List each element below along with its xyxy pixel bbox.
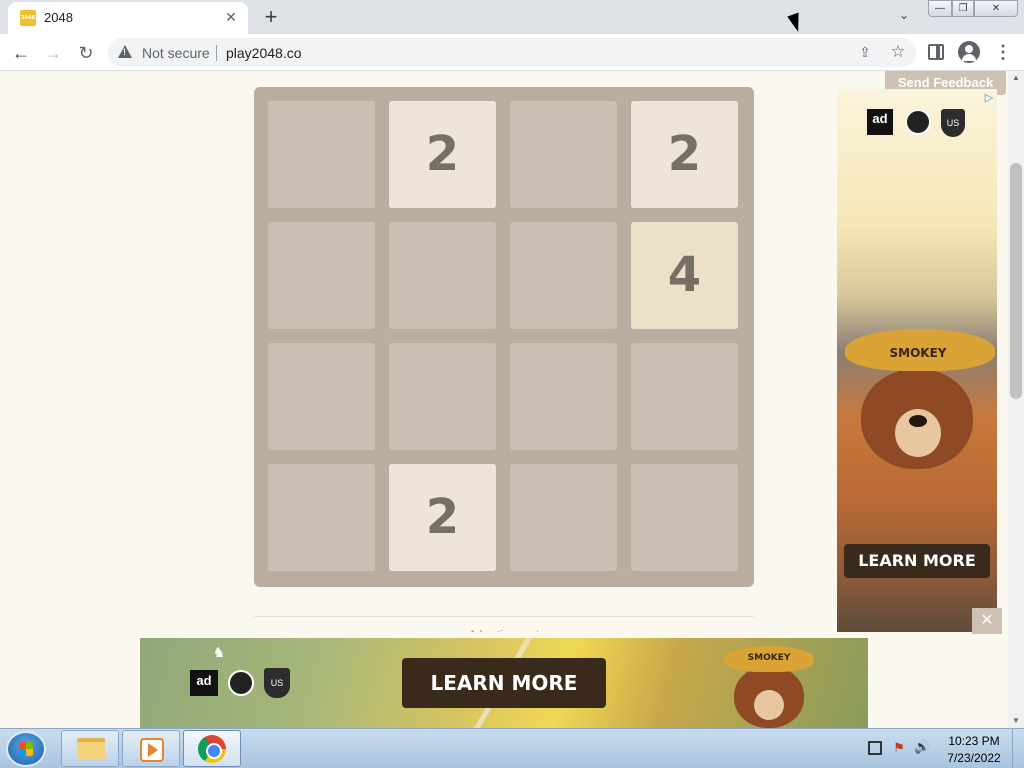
game-board[interactable]: 2 2 4 2 xyxy=(254,87,754,587)
grid-cell xyxy=(268,343,375,450)
tab-search-icon[interactable]: ⌄ xyxy=(894,8,914,26)
folder-icon xyxy=(77,738,105,760)
scroll-thumb[interactable] xyxy=(1010,163,1022,399)
chrome-icon xyxy=(198,735,226,763)
smokey-hat-text: SMOKEY xyxy=(747,653,791,663)
smokey-nose xyxy=(909,415,927,427)
tab-title: 2048 xyxy=(44,10,73,25)
window-maximize-button[interactable]: ❐ xyxy=(952,0,974,17)
ad-choices-icon[interactable]: ▷ xyxy=(983,92,995,104)
clock-date[interactable]: 7/23/2022 xyxy=(944,751,1004,765)
forest-logo-icon xyxy=(905,109,931,135)
tab-favicon-icon: 2048 xyxy=(20,10,36,26)
show-desktop-button[interactable] xyxy=(1012,729,1024,768)
forest-logo-icon xyxy=(228,670,254,696)
side-ad-learn-more-button[interactable]: LEARN MORE xyxy=(844,544,990,578)
taskbar-media-player[interactable] xyxy=(122,730,180,767)
page-scrollbar[interactable]: ▲ ▼ xyxy=(1008,71,1024,728)
smokey-hat-text: SMOKEY xyxy=(889,346,947,360)
scroll-up-icon[interactable]: ▲ xyxy=(1008,71,1024,85)
browser-menu-icon[interactable]: ⋮ xyxy=(994,41,1012,63)
bottom-ad-learn-more-button[interactable]: LEARN MORE xyxy=(402,658,606,708)
taskbar: ⚑ 🔊 10:23 PM 7/23/2022 xyxy=(0,728,1024,768)
volume-icon[interactable]: 🔊 xyxy=(914,739,930,757)
grid-cell xyxy=(631,343,738,450)
reload-button[interactable]: ↻ xyxy=(72,39,100,67)
taskbar-file-explorer[interactable] xyxy=(61,730,119,767)
ad-council-logo: ad xyxy=(867,109,893,135)
network-icon[interactable] xyxy=(868,741,882,755)
page-content: 2242 Advertisement Send Feedback ad US ▷… xyxy=(0,71,1008,728)
grid-cell xyxy=(268,222,375,329)
action-center-flag-icon[interactable]: ⚑ xyxy=(892,740,906,756)
ad-council-logo: ad xyxy=(190,670,218,696)
tile-2: 2 xyxy=(389,464,496,571)
window-minimize-button[interactable]: — xyxy=(928,0,952,17)
url-text[interactable]: play2048.co xyxy=(226,45,302,61)
bookmark-star-icon[interactable]: ☆ xyxy=(888,42,908,62)
forest-service-shield-icon: US xyxy=(941,109,965,137)
title-bar: 2048 2048 ✕ + ⌄ — ❐ ✕ xyxy=(0,0,1024,34)
warning-icon[interactable] xyxy=(118,45,132,58)
grid-cell xyxy=(510,343,617,450)
address-separator xyxy=(216,45,217,61)
forward-button[interactable]: → xyxy=(39,39,67,67)
window-close-button[interactable]: ✕ xyxy=(974,0,1018,17)
grid-cell xyxy=(268,101,375,208)
grid-cell xyxy=(510,464,617,571)
smokey-muzzle xyxy=(754,690,784,720)
address-bar[interactable]: Not secure play2048.co ⇪ ☆ xyxy=(108,38,916,67)
grid-cell xyxy=(631,464,738,571)
side-advertisement[interactable]: ad US ▷ SMOKEY LEARN MORE xyxy=(837,89,997,634)
tab-close-icon[interactable]: ✕ xyxy=(222,8,240,26)
browser-toolbar: ← → ↻ Not secure play2048.co ⇪ ☆ xyxy=(0,34,1024,71)
tab-2048[interactable]: 2048 2048 ✕ xyxy=(8,2,248,34)
horse-icon: ♞ xyxy=(212,644,226,660)
profile-icon[interactable] xyxy=(958,41,980,63)
forest-service-shield-icon: US xyxy=(264,668,290,698)
grid-cell xyxy=(389,343,496,450)
security-status[interactable]: Not secure xyxy=(142,45,210,61)
tile-4: 4 xyxy=(631,222,738,329)
scroll-down-icon[interactable]: ▼ xyxy=(1008,714,1024,728)
share-icon[interactable]: ⇪ xyxy=(856,44,874,62)
grid-cell xyxy=(389,222,496,329)
back-button[interactable]: ← xyxy=(7,39,35,67)
grid-cell xyxy=(510,101,617,208)
grid-cell xyxy=(510,222,617,329)
start-button[interactable] xyxy=(6,731,46,767)
taskbar-chrome[interactable] xyxy=(183,730,241,767)
grid-cell xyxy=(268,464,375,571)
side-panel-icon[interactable] xyxy=(928,44,944,60)
tile-2: 2 xyxy=(631,101,738,208)
clock-time[interactable]: 10:23 PM xyxy=(944,734,1004,748)
bottom-ad-close-icon[interactable]: ✕ xyxy=(972,608,1002,634)
tile-2: 2 xyxy=(389,101,496,208)
windows-logo-icon xyxy=(19,742,33,756)
media-player-icon xyxy=(140,738,164,762)
bottom-advertisement[interactable]: ♞ ad US LEARN MORE SMOKEY xyxy=(140,638,868,728)
new-tab-button[interactable]: + xyxy=(258,4,284,30)
